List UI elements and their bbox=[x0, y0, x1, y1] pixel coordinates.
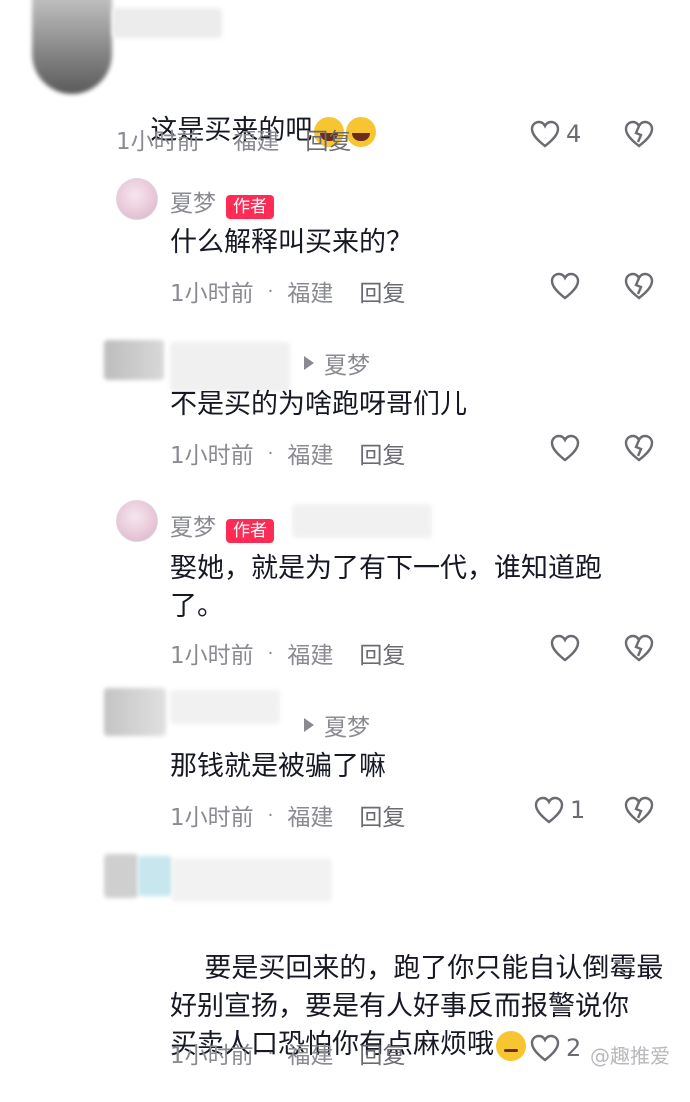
comment-text: 要是买回来的，跑了你只能自认倒霉最 好别宣扬，要是有人好事反而报警说你 买卖人口… bbox=[170, 953, 664, 1061]
author-badge: 作者 bbox=[226, 518, 274, 543]
like-button[interactable] bbox=[550, 634, 580, 662]
username[interactable]: 夏梦 bbox=[170, 515, 216, 541]
comment-time: 1小时前 bbox=[170, 805, 254, 831]
comment-location: 福建 bbox=[287, 443, 334, 469]
heart-outline-icon bbox=[550, 272, 580, 300]
heart-outline-icon bbox=[530, 120, 560, 148]
like-count: 2 bbox=[566, 1034, 582, 1062]
dislike-button[interactable] bbox=[624, 434, 654, 462]
broken-heart-icon bbox=[624, 796, 654, 824]
author-badge: 作者 bbox=[226, 194, 274, 219]
blurred-avatar bbox=[32, 0, 112, 94]
like-count: 1 bbox=[570, 796, 586, 824]
broken-heart-icon bbox=[624, 120, 654, 148]
comment-meta: 1小时前 · 福建 回复 bbox=[170, 1036, 405, 1070]
comment-location: 福建 bbox=[287, 805, 334, 831]
comment-text: 那钱就是被骗了嘛 bbox=[170, 751, 386, 782]
blurred-username bbox=[170, 690, 280, 724]
eye-roll-emoji bbox=[496, 1030, 526, 1061]
reply-button[interactable]: 回复 bbox=[359, 798, 405, 832]
like-button[interactable]: 4 bbox=[530, 120, 581, 148]
broken-heart-icon bbox=[624, 272, 654, 300]
blurred-avatar bbox=[104, 854, 138, 898]
dislike-button[interactable] bbox=[624, 796, 654, 824]
comment-time: 1小时前 bbox=[170, 1043, 254, 1069]
comment-location: 福建 bbox=[233, 129, 280, 155]
comment-meta: 1小时前 · 福建 回复 bbox=[170, 436, 405, 470]
comment-header: 夏梦 作者 bbox=[170, 508, 274, 543]
blurred-reply-target bbox=[292, 504, 432, 538]
heart-outline-icon bbox=[550, 434, 580, 462]
broken-heart-icon bbox=[624, 634, 654, 662]
comment-location: 福建 bbox=[287, 1043, 334, 1069]
dislike-button[interactable] bbox=[624, 272, 654, 300]
comment-meta: 1小时前 · 福建 回复 bbox=[170, 274, 405, 308]
comment-location: 福建 bbox=[287, 281, 334, 307]
blurred-avatar bbox=[104, 688, 166, 736]
avatar[interactable] bbox=[116, 500, 158, 542]
dislike-button[interactable] bbox=[624, 120, 654, 148]
avatar[interactable] bbox=[116, 178, 158, 220]
reply-to-name[interactable]: 夏梦 bbox=[324, 708, 370, 742]
comment-meta: 1小时前 · 福建 回复 bbox=[116, 122, 351, 156]
like-button[interactable]: 2 bbox=[530, 1034, 581, 1062]
reply-button[interactable]: 回复 bbox=[305, 122, 351, 156]
blurred-username bbox=[112, 8, 222, 38]
comment-time: 1小时前 bbox=[170, 443, 254, 469]
dislike-button[interactable] bbox=[624, 634, 654, 662]
reply-button[interactable]: 回复 bbox=[359, 274, 405, 308]
blurred-username bbox=[170, 342, 290, 392]
blurred-avatar bbox=[104, 340, 164, 380]
broken-heart-icon bbox=[624, 434, 654, 462]
reply-to-label: 夏梦 bbox=[304, 708, 370, 742]
heart-outline-icon bbox=[534, 796, 564, 824]
like-button[interactable] bbox=[550, 434, 580, 462]
comment-meta: 1小时前 · 福建 回复 bbox=[170, 798, 405, 832]
reply-to-name[interactable]: 夏梦 bbox=[324, 346, 370, 380]
comment-text: 什么解释叫买来的？ bbox=[170, 227, 413, 258]
comment-time: 1小时前 bbox=[170, 281, 254, 307]
reply-button[interactable]: 回复 bbox=[359, 636, 405, 670]
like-button[interactable]: 1 bbox=[534, 796, 585, 824]
comment-location: 福建 bbox=[287, 643, 334, 669]
comment-time: 1小时前 bbox=[170, 643, 254, 669]
comment-header: 夏梦 作者 bbox=[170, 184, 274, 219]
blurred-username bbox=[172, 858, 332, 902]
username[interactable]: 夏梦 bbox=[170, 191, 216, 217]
reply-button[interactable]: 回复 bbox=[359, 1036, 405, 1070]
comment-text: 不是买的为啥跑呀哥们儿 bbox=[170, 389, 467, 420]
heart-outline-icon bbox=[530, 1034, 560, 1062]
comment-time: 1小时前 bbox=[116, 129, 200, 155]
reply-button[interactable]: 回复 bbox=[359, 436, 405, 470]
comment-text: 娶她，就是为了有下一代，谁知道跑 了。 bbox=[170, 553, 602, 622]
reply-to-label: 夏梦 bbox=[304, 346, 370, 380]
heart-outline-icon bbox=[550, 634, 580, 662]
triangle-right-icon bbox=[304, 356, 314, 370]
comment-meta: 1小时前 · 福建 回复 bbox=[170, 636, 405, 670]
like-button[interactable] bbox=[550, 272, 580, 300]
like-count: 4 bbox=[566, 120, 582, 148]
triangle-right-icon bbox=[304, 718, 314, 732]
blurred-avatar-accent bbox=[138, 856, 172, 896]
watermark: @趣推爱 bbox=[590, 1044, 670, 1068]
